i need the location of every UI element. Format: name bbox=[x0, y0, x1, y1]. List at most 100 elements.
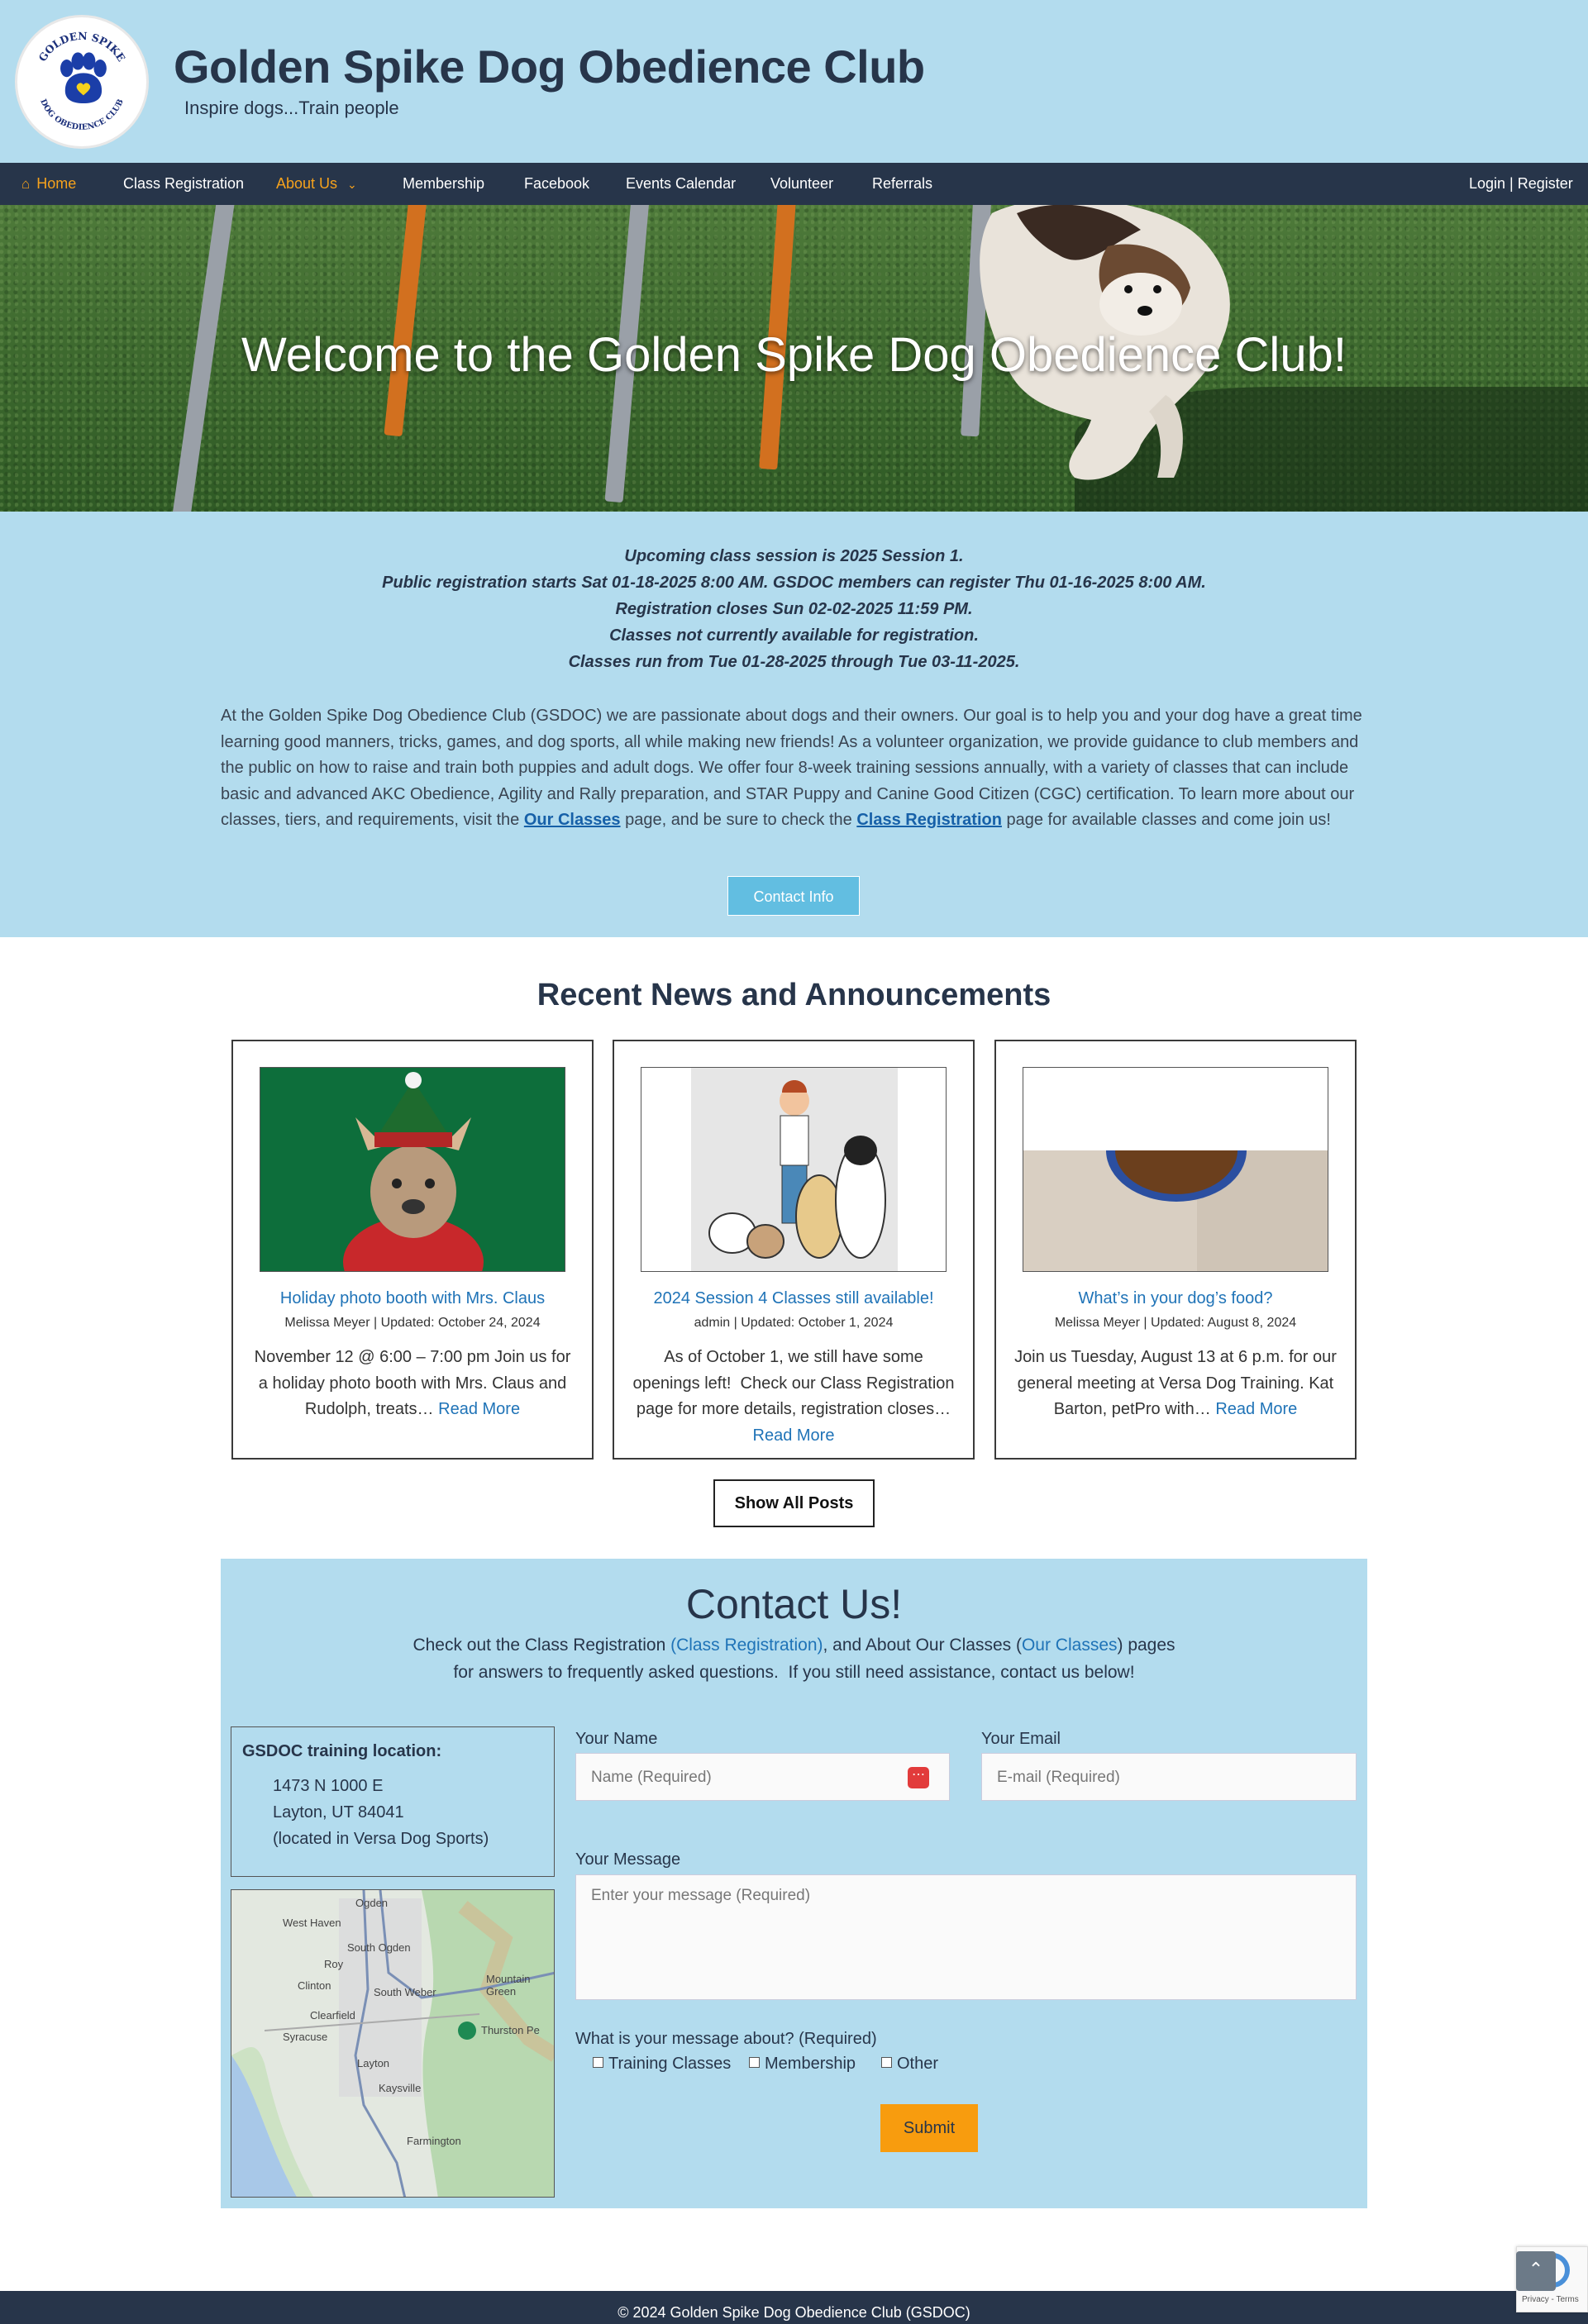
session-line: Classes not currently available for regi… bbox=[609, 626, 979, 645]
read-more-link[interactable]: Read More bbox=[438, 1400, 520, 1418]
session-line: Public registration starts Sat 01-18-202… bbox=[382, 574, 1206, 592]
address-line: Layton, UT 84041 bbox=[273, 1803, 404, 1822]
class-registration-link[interactable]: (Class Registration) bbox=[670, 1636, 823, 1655]
post-thumbnail[interactable] bbox=[641, 1067, 947, 1272]
map-label: South Ogden bbox=[347, 1941, 411, 1954]
contact-title: Contact Us! bbox=[685, 1581, 903, 1627]
map-label: Layton bbox=[357, 2057, 390, 2069]
post-excerpt: Join us Tuesday, August 13 at 6 p.m. for… bbox=[1011, 1345, 1340, 1423]
chevron-up-icon: ⌃ bbox=[1528, 2259, 1544, 2279]
checkbox-label: Training Classes bbox=[608, 2055, 732, 2073]
session-announcement: Upcoming class session is 2025 Session 1… bbox=[0, 543, 1588, 675]
name-field[interactable]: Name (Required) ⋯ bbox=[575, 1753, 950, 1801]
other-checkbox[interactable]: Other bbox=[881, 2055, 938, 2074]
class-registration-link[interactable]: Class Registration bbox=[856, 811, 1002, 829]
scroll-to-top-button[interactable]: ⌃ bbox=[1516, 2251, 1556, 2291]
message-placeholder: Enter your message (Required) bbox=[591, 1887, 811, 1904]
post-title[interactable]: 2024 Session 4 Classes still available! bbox=[614, 1289, 973, 1308]
message-label: Your Message bbox=[575, 1850, 681, 1869]
checkbox-box[interactable] bbox=[881, 2057, 892, 2068]
post-thumbnail[interactable] bbox=[1023, 1067, 1328, 1272]
message-textarea[interactable]: Enter your message (Required) bbox=[575, 1874, 1357, 2000]
hero-title: Welcome to the Golden Spike Dog Obedienc… bbox=[241, 328, 1347, 382]
post-title[interactable]: What’s in your dog’s food? bbox=[996, 1289, 1355, 1308]
read-more-link[interactable]: Read More bbox=[753, 1426, 835, 1445]
post-thumbnail[interactable] bbox=[260, 1067, 565, 1272]
post-meta: admin | Updated: October 1, 2024 bbox=[694, 1316, 894, 1330]
checkbox-box[interactable] bbox=[593, 2057, 603, 2068]
nav-item-label: Home bbox=[36, 175, 77, 192]
home-icon: ⌂ bbox=[21, 176, 31, 192]
name-placeholder: Name (Required) bbox=[591, 1769, 712, 1786]
location-title: GSDOC training location: bbox=[242, 1742, 442, 1760]
login-register-link[interactable]: Login | Register bbox=[1469, 163, 1573, 205]
site-header: GOLDEN SPIKE DOG OBEDIENCE CLUB Golden S… bbox=[0, 0, 1588, 163]
location-map[interactable]: Ogden West Haven South Ogden Roy Clinton… bbox=[231, 1889, 555, 2198]
training-classes-checkbox[interactable]: Training Classes bbox=[593, 2055, 731, 2074]
map-label: Syracuse bbox=[283, 2031, 328, 2043]
nav-item-volunteer[interactable]: Volunteer bbox=[770, 163, 833, 205]
contact-sub-text: for answers to frequently asked question… bbox=[453, 1663, 1135, 1682]
training-location-box: GSDOC training location: 1473 N 1000 E L… bbox=[231, 1726, 555, 1877]
map-image-icon bbox=[231, 1890, 554, 2197]
checkbox-box[interactable] bbox=[749, 2057, 760, 2068]
main-nav: ⌂ Home Class Registration About Us ⌄ Membe… bbox=[0, 163, 1588, 205]
session-line: Upcoming class session is 2025 Session 1… bbox=[624, 547, 964, 565]
contact-subtitle: Check out the Class Registration (Class … bbox=[221, 1631, 1367, 1686]
address-line: 1473 N 1000 E bbox=[273, 1777, 384, 1795]
nav-item-events-calendar[interactable]: Events Calendar bbox=[626, 163, 736, 205]
site-footer: © 2024 Golden Spike Dog Obedience Club (… bbox=[0, 2291, 1588, 2324]
password-manager-icon[interactable]: ⋯ bbox=[908, 1767, 929, 1788]
session-info-band: Upcoming class session is 2025 Session 1… bbox=[0, 512, 1588, 937]
dog-food-bowl-image-icon bbox=[1023, 1068, 1328, 1271]
contact-sub-text: ) pages bbox=[1117, 1636, 1176, 1655]
nav-item-home[interactable]: ⌂ Home bbox=[21, 163, 76, 205]
post-excerpt-text: November 12 @ 6:00 – 7:00 pm Join us for… bbox=[254, 1348, 571, 1419]
news-card: 2024 Session 4 Classes still available! … bbox=[613, 1040, 975, 1460]
our-classes-link[interactable]: Our Classes bbox=[524, 811, 621, 829]
map-label: Clinton bbox=[298, 1979, 331, 1992]
topic-label: What is your message about? (Required) bbox=[575, 2030, 877, 2048]
news-card: What’s in your dog’s food? Melissa Meyer… bbox=[994, 1040, 1357, 1460]
nav-item-label: About Us bbox=[276, 175, 338, 192]
contact-info-button[interactable]: Contact Info bbox=[727, 876, 860, 916]
show-all-posts-button[interactable]: Show All Posts bbox=[713, 1479, 875, 1527]
post-excerpt-text: As of October 1, we still have some open… bbox=[632, 1348, 955, 1419]
email-field[interactable]: E-mail (Required) bbox=[981, 1753, 1357, 1801]
map-label: West Haven bbox=[283, 1917, 341, 1929]
cartoon-dogs-image-icon bbox=[691, 1068, 898, 1271]
site-tagline: Inspire dogs...Train people bbox=[184, 98, 399, 118]
post-meta: Melissa Meyer | Updated: August 8, 2024 bbox=[1054, 1316, 1297, 1330]
read-more-link[interactable]: Read More bbox=[1215, 1400, 1297, 1418]
site-title[interactable]: Golden Spike Dog Obedience Club bbox=[174, 40, 925, 93]
post-meta: Melissa Meyer | Updated: October 24, 202… bbox=[284, 1316, 541, 1330]
recaptcha-terms[interactable]: Privacy - Terms bbox=[1522, 2295, 1579, 2304]
nav-item-class-registration[interactable]: Class Registration bbox=[123, 163, 244, 205]
session-line: Classes run from Tue 01-28-2025 through … bbox=[568, 653, 1020, 671]
email-label: Your Email bbox=[981, 1730, 1061, 1748]
copyright-text: © 2024 Golden Spike Dog Obedience Club (… bbox=[618, 2304, 970, 2321]
membership-checkbox[interactable]: Membership bbox=[749, 2055, 856, 2074]
name-label: Your Name bbox=[575, 1730, 658, 1748]
chevron-down-icon: ⌄ bbox=[347, 178, 357, 191]
post-excerpt: November 12 @ 6:00 – 7:00 pm Join us for… bbox=[248, 1345, 577, 1423]
map-label: Farmington bbox=[407, 2135, 461, 2147]
our-classes-link[interactable]: Our Classes bbox=[1022, 1636, 1118, 1655]
submit-button[interactable]: Submit bbox=[880, 2104, 978, 2152]
map-label: Clearfield bbox=[310, 2009, 355, 2022]
nav-item-membership[interactable]: Membership bbox=[403, 163, 484, 205]
map-label: Mountain Green bbox=[486, 1973, 531, 1998]
hero-banner: Welcome to the Golden Spike Dog Obedienc… bbox=[0, 205, 1588, 512]
post-title[interactable]: Holiday photo booth with Mrs. Claus bbox=[233, 1289, 592, 1308]
post-excerpt: As of October 1, we still have some open… bbox=[629, 1345, 958, 1449]
map-label: Thurston Pe bbox=[481, 2024, 540, 2036]
nav-item-referrals[interactable]: Referrals bbox=[872, 163, 932, 205]
nav-item-about-us[interactable]: About Us ⌄ bbox=[276, 163, 357, 205]
elf-dog-image-icon bbox=[260, 1068, 565, 1271]
nav-item-facebook[interactable]: Facebook bbox=[524, 163, 589, 205]
map-label: Ogden bbox=[355, 1897, 389, 1909]
news-heading: Recent News and Announcements bbox=[536, 978, 1052, 1012]
club-logo[interactable]: GOLDEN SPIKE DOG OBEDIENCE CLUB bbox=[15, 15, 149, 149]
session-line: Registration closes Sun 02-02-2025 11:59… bbox=[615, 600, 973, 618]
intro-text: page, and be sure to check the bbox=[620, 811, 857, 830]
